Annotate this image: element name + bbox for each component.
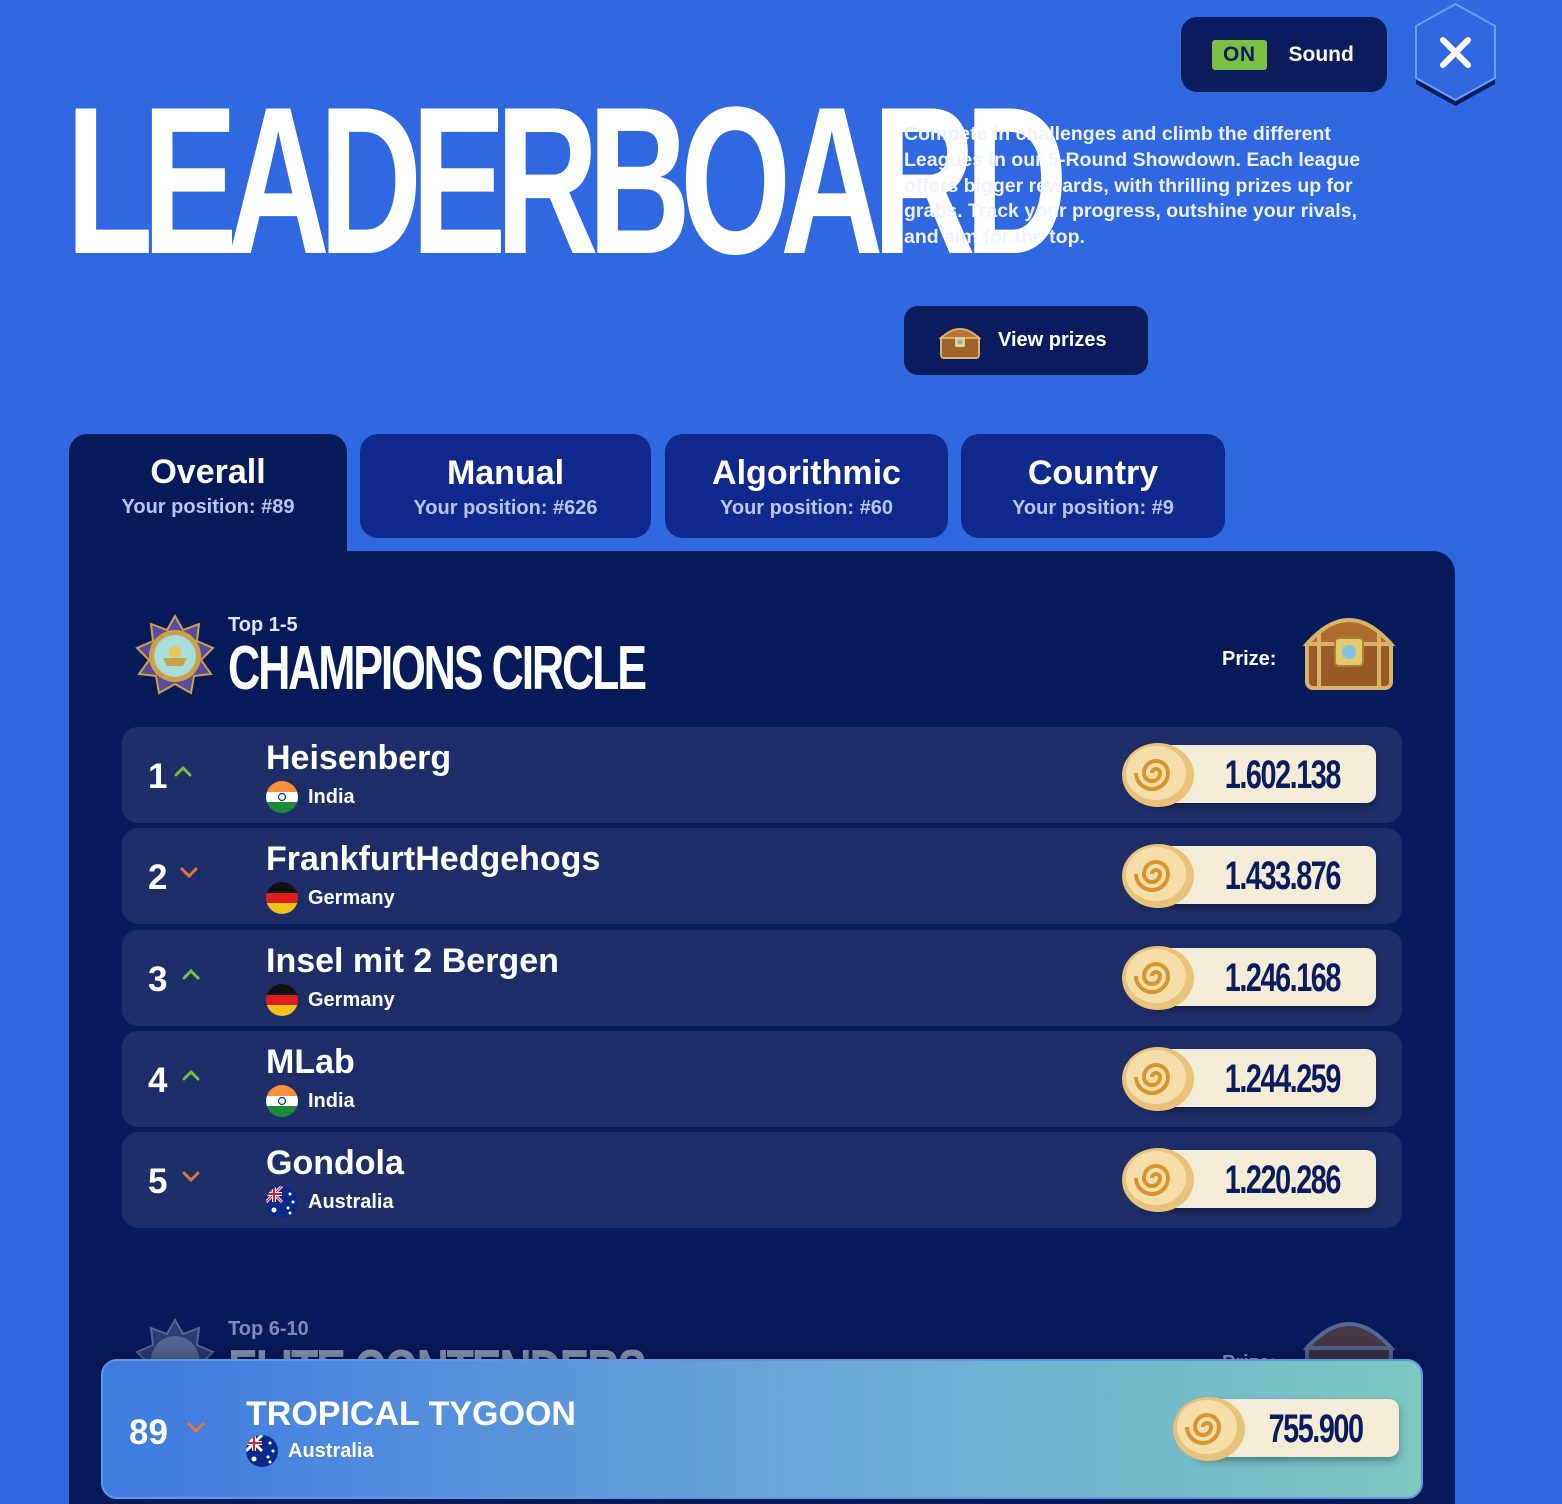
score-value: 1.246.168 bbox=[1224, 956, 1342, 1000]
close-icon bbox=[1415, 2, 1496, 106]
australia-flag-icon bbox=[266, 1186, 298, 1218]
leaderboard-row[interactable]: 3 Insel mit 2 Bergen Germany 1.246.168 bbox=[122, 930, 1402, 1026]
shell-icon bbox=[1122, 844, 1194, 908]
country-name: Australia bbox=[288, 1439, 374, 1462]
australia-flag-icon bbox=[246, 1435, 278, 1467]
row-rank: 5 bbox=[148, 1162, 168, 1201]
tab-position: Your position: #89 bbox=[121, 496, 295, 518]
shell-icon bbox=[1122, 1148, 1194, 1212]
sound-toggle[interactable]: ON Sound bbox=[1181, 17, 1387, 92]
player-name: Gondola bbox=[266, 1144, 404, 1182]
shell-icon bbox=[1122, 946, 1194, 1010]
trend-up-icon bbox=[182, 1069, 200, 1081]
champion-medal-icon bbox=[135, 614, 215, 695]
india-flag-icon bbox=[266, 1085, 298, 1117]
trend-up-icon bbox=[182, 968, 200, 980]
score-pill: 1.246.168 bbox=[1122, 946, 1376, 1010]
trend-up-icon bbox=[174, 765, 192, 777]
trend-down-icon bbox=[180, 867, 198, 878]
leaderboard-row[interactable]: 2 FrankfurtHedgehogs Germany 1.433.876 bbox=[122, 828, 1402, 924]
tab-name: Overall bbox=[150, 453, 266, 491]
section-header-champions: Top 1-5 CHAMPIONS CIRCLE Prize: bbox=[69, 614, 1455, 714]
player-name: Heisenberg bbox=[266, 739, 452, 777]
score-pill: 1.220.286 bbox=[1122, 1148, 1376, 1212]
treasure-chest-icon bbox=[938, 327, 982, 359]
leaderboard-row[interactable]: 5 Gondola Australia 1.220.286 bbox=[122, 1132, 1402, 1228]
sound-label: Sound bbox=[1288, 42, 1354, 66]
country-name: India bbox=[308, 1089, 355, 1112]
player-country: India bbox=[266, 781, 355, 813]
score-value: 1.244.259 bbox=[1224, 1057, 1342, 1101]
player-name: FrankfurtHedgehogs bbox=[266, 840, 601, 878]
germany-flag-icon bbox=[266, 984, 298, 1016]
leaderboard-row[interactable]: 1 Heisenberg India 1.602.138 bbox=[122, 727, 1402, 823]
player-country: India bbox=[266, 1085, 355, 1117]
tab-name: Manual bbox=[446, 454, 565, 492]
leaderboard-row[interactable]: 4 MLab India 1.244.259 bbox=[122, 1031, 1402, 1127]
prize-label: Prize: bbox=[1222, 648, 1277, 670]
player-country: Germany bbox=[266, 984, 395, 1016]
score-value: 1.220.286 bbox=[1224, 1158, 1342, 1202]
player-name: Insel mit 2 Bergen bbox=[266, 942, 559, 980]
score-pill: 1.244.259 bbox=[1122, 1047, 1376, 1111]
tab-country[interactable]: Country Your position: #9 bbox=[961, 434, 1225, 538]
sound-state-badge: ON bbox=[1212, 39, 1267, 70]
intro-text: Compete in challenges and climb the diff… bbox=[904, 123, 1361, 249]
player-country: Germany bbox=[266, 882, 395, 914]
score-value: 1.433.876 bbox=[1224, 854, 1342, 898]
tab-position: Your position: #626 bbox=[413, 497, 598, 519]
row-rank: 89 bbox=[129, 1413, 168, 1452]
score-pill: 755.900 bbox=[1173, 1397, 1399, 1461]
germany-flag-icon bbox=[266, 882, 298, 914]
tab-algorithmic[interactable]: Algorithmic Your position: #60 bbox=[665, 434, 948, 538]
row-rank: 3 bbox=[148, 960, 168, 999]
player-name: TROPICAL TYGOON bbox=[246, 1395, 576, 1433]
score-pill: 1.433.876 bbox=[1122, 844, 1376, 908]
player-country: Australia bbox=[266, 1186, 394, 1218]
tab-position: Your position: #60 bbox=[720, 497, 893, 519]
tab-position: Your position: #9 bbox=[1012, 497, 1174, 519]
shell-icon bbox=[1173, 1397, 1245, 1461]
close-button[interactable] bbox=[1409, 2, 1502, 108]
country-name: Australia bbox=[308, 1190, 394, 1213]
current-player-row[interactable]: 89 TROPICAL TYGOON Australia 755.900 bbox=[101, 1359, 1423, 1499]
country-name: Germany bbox=[308, 988, 395, 1011]
score-pill: 1.602.138 bbox=[1122, 743, 1376, 807]
tab-manual[interactable]: Manual Your position: #626 bbox=[360, 434, 651, 538]
country-name: Germany bbox=[308, 886, 395, 909]
score-value: 1.602.138 bbox=[1224, 753, 1342, 797]
tab-name: Algorithmic bbox=[712, 454, 901, 492]
view-prizes-label: View prizes bbox=[998, 329, 1107, 351]
country-name: India bbox=[308, 785, 355, 808]
row-rank: 2 bbox=[148, 858, 168, 897]
shell-icon bbox=[1122, 743, 1194, 807]
player-country: Australia bbox=[246, 1435, 374, 1467]
player-name: MLab bbox=[266, 1043, 355, 1081]
view-prizes-button[interactable]: View prizes bbox=[904, 306, 1148, 375]
score-value: 755.900 bbox=[1268, 1407, 1364, 1451]
tab-overall[interactable]: Overall Your position: #89 bbox=[69, 434, 347, 564]
tab-name: Country bbox=[1027, 454, 1159, 492]
trend-down-icon bbox=[182, 1171, 200, 1182]
trend-down-icon bbox=[187, 1422, 205, 1433]
section-title: CHAMPIONS CIRCLE bbox=[228, 634, 647, 703]
row-rank: 4 bbox=[148, 1061, 168, 1100]
india-flag-icon bbox=[266, 781, 298, 813]
shell-icon bbox=[1122, 1047, 1194, 1111]
prize-chest-icon[interactable] bbox=[1299, 604, 1399, 694]
row-rank: 1 bbox=[148, 757, 168, 796]
